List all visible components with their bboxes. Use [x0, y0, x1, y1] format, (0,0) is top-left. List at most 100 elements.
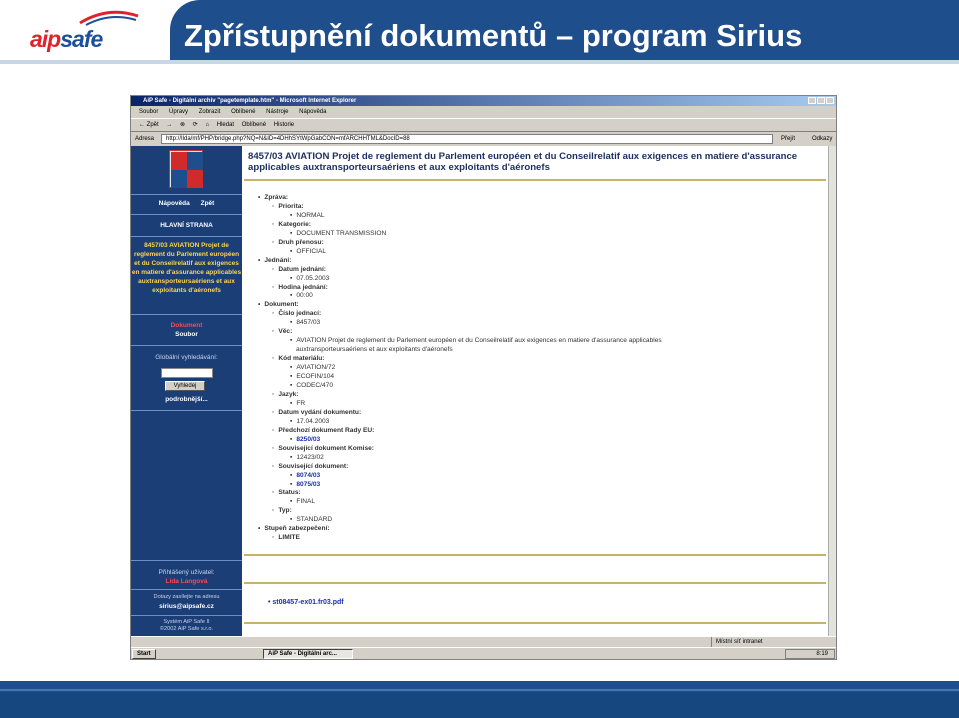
- contact-email[interactable]: sirius@aipsafe.cz: [131, 603, 242, 610]
- gold-divider: [244, 179, 826, 181]
- tree-item: 8457/03: [258, 319, 818, 328]
- sidebar-divider: [131, 345, 242, 346]
- coat-of-arms-icon: [169, 150, 203, 188]
- menu-file[interactable]: Soubor: [139, 109, 158, 115]
- sidebar-doc-title[interactable]: 8457/03 AVIATION Projet de reglement du …: [131, 241, 242, 295]
- advanced-search-link[interactable]: podrobnější...: [131, 396, 242, 403]
- tree-item: Stupeň zabezpečení:: [258, 525, 818, 534]
- footer-band-dark: [0, 692, 959, 718]
- browser-menu-bar: Soubor Úpravy Zobrazit Oblíbené Nástroje…: [131, 107, 836, 117]
- tree-item-text: AVIATION Projet de reglement du Parlemen…: [296, 337, 662, 345]
- attachment-filename[interactable]: st08457-ex01.fr03.pdf: [272, 599, 343, 606]
- vertical-scrollbar[interactable]: [828, 146, 836, 636]
- menu-favorites[interactable]: Oblíbené: [231, 109, 255, 115]
- tree-item: STANDARD: [258, 516, 818, 525]
- address-label: Adresa: [135, 136, 155, 142]
- tree-item: Zpráva:: [258, 194, 818, 203]
- links-button[interactable]: Odkazy: [812, 133, 832, 145]
- tree-item: Druh přenosu:: [258, 239, 818, 248]
- tree-item-text: Věc:: [278, 328, 293, 336]
- tree-item: Předchozí dokument Rady EU:: [258, 427, 818, 436]
- tree-item: Věc:: [258, 328, 818, 337]
- tree-item-text: DOCUMENT TRANSMISSION: [296, 229, 387, 237]
- tree-item-text: AVIATION/72: [296, 364, 336, 372]
- forward-button[interactable]: →: [166, 122, 172, 128]
- browser-toolbar: ← Zpět → ⊗ ⟳ ⌂ Hledat Oblíbené Historie: [131, 118, 836, 132]
- tree-item: AVIATION/72: [258, 364, 818, 373]
- help-link[interactable]: Nápověda: [159, 200, 190, 207]
- tree-item: OFFICIAL: [258, 248, 818, 257]
- address-input[interactable]: http://Ilda/mf/PHP/bridge.php?NQ=N&ID=4D…: [161, 134, 773, 144]
- start-button[interactable]: Start: [132, 649, 156, 659]
- taskbar-clock: 8:19: [785, 649, 835, 659]
- file-link[interactable]: Soubor: [131, 331, 242, 338]
- menu-edit[interactable]: Úpravy: [169, 109, 188, 115]
- sidebar-divider: [131, 560, 242, 561]
- refresh-button[interactable]: ⟳: [193, 122, 198, 128]
- document-link[interactable]: Dokument: [131, 322, 242, 329]
- search-button[interactable]: Hledat: [217, 122, 234, 128]
- tree-item: Datum jednání:: [258, 266, 818, 275]
- document-heading: 8457/03 AVIATION Projet de reglement du …: [248, 151, 798, 173]
- tree-item-text: Zpráva:: [264, 194, 289, 201]
- taskbar-item-ie[interactable]: AiP Safe - Digitální arc...: [263, 649, 353, 659]
- favorites-button[interactable]: Oblíbené: [242, 122, 266, 128]
- tree-item-text: 07.05.2003: [296, 274, 330, 282]
- close-icon[interactable]: [826, 97, 834, 104]
- history-button[interactable]: Historie: [274, 122, 294, 128]
- minimize-icon[interactable]: [808, 97, 816, 104]
- menu-tools[interactable]: Nástroje: [266, 109, 288, 115]
- attachment-link[interactable]: • st08457-ex01.fr03.pdf: [268, 599, 344, 606]
- menu-help[interactable]: Nápověda: [299, 109, 326, 115]
- sidebar-divider: [131, 194, 242, 195]
- sidebar-divider: [131, 410, 242, 411]
- back-link[interactable]: Zpět: [201, 200, 215, 207]
- tree-item-text: Související dokument Komise:: [278, 444, 374, 452]
- tree-item: Status:: [258, 489, 818, 498]
- tree-item: Kategorie:: [258, 221, 818, 230]
- logo-text: aipsafe: [30, 26, 103, 52]
- tree-item: 00:00: [258, 292, 818, 301]
- menu-view[interactable]: Zobrazit: [199, 109, 221, 115]
- tree-item-text: 8457/03: [296, 319, 321, 327]
- stop-button[interactable]: ⊗: [180, 122, 185, 128]
- tree-item-text: FINAL: [296, 498, 316, 506]
- tree-item: Související dokument Komise:: [258, 445, 818, 454]
- related-document-link[interactable]: 8250/03: [258, 436, 818, 445]
- tree-item-text: Datum jednání:: [278, 265, 326, 273]
- browser-screenshot: AiP Safe - Digitální archiv "pagetemplat…: [130, 95, 837, 660]
- tree-item: Datum vydání dokumentu:: [258, 409, 818, 418]
- browser-status-bar: Místní síť intranet: [131, 636, 836, 648]
- tree-item-text: STANDARD: [296, 516, 333, 524]
- tree-item: Kód materiálu:: [258, 355, 818, 364]
- back-button[interactable]: ← Zpět: [139, 122, 159, 128]
- tree-item: Číslo jednací:: [258, 310, 818, 319]
- logo-swoosh-icon: [79, 10, 139, 26]
- document-content: 8457/03 AVIATION Projet de reglement du …: [244, 146, 826, 636]
- related-document-link[interactable]: 8074/03: [258, 472, 818, 481]
- tree-item-text[interactable]: 8075/03: [296, 481, 320, 488]
- home-button[interactable]: ⌂: [205, 122, 209, 128]
- tree-item-text: Předchozí dokument Rady EU:: [278, 426, 375, 434]
- tree-item: 07.05.2003: [258, 275, 818, 284]
- tree-item: Priorita:: [258, 203, 818, 212]
- copyright: ©2002 AiP Safe s.r.o.: [159, 626, 214, 632]
- tree-item-text[interactable]: 8074/03: [296, 472, 320, 479]
- browser-title-bar: AiP Safe - Digitální archiv "pagetemplat…: [131, 96, 836, 106]
- related-document-link[interactable]: 8075/03: [258, 481, 818, 490]
- tree-item-text[interactable]: 8250/03: [296, 436, 320, 443]
- tree-item-text: OFFICIAL: [296, 247, 327, 255]
- maximize-icon[interactable]: [817, 97, 825, 104]
- tree-item-text: FR: [296, 399, 306, 407]
- go-button[interactable]: Přejít: [781, 133, 795, 145]
- search-submit-button[interactable]: Vyhledej: [165, 381, 205, 391]
- sidebar-divider: [131, 589, 242, 590]
- global-search-input[interactable]: [161, 368, 213, 378]
- main-page-link[interactable]: HLAVNÍ STRANA: [131, 222, 242, 229]
- sidebar-nav: Nápověda Zpět: [131, 200, 242, 207]
- tree-item-text: Kategorie:: [278, 220, 311, 228]
- tree-item-text: Stupeň zabezpečení:: [264, 525, 330, 533]
- tree-item: NORMAL: [258, 212, 818, 221]
- tree-item-text: CODEC/470: [296, 382, 333, 390]
- sidebar-divider: [131, 615, 242, 616]
